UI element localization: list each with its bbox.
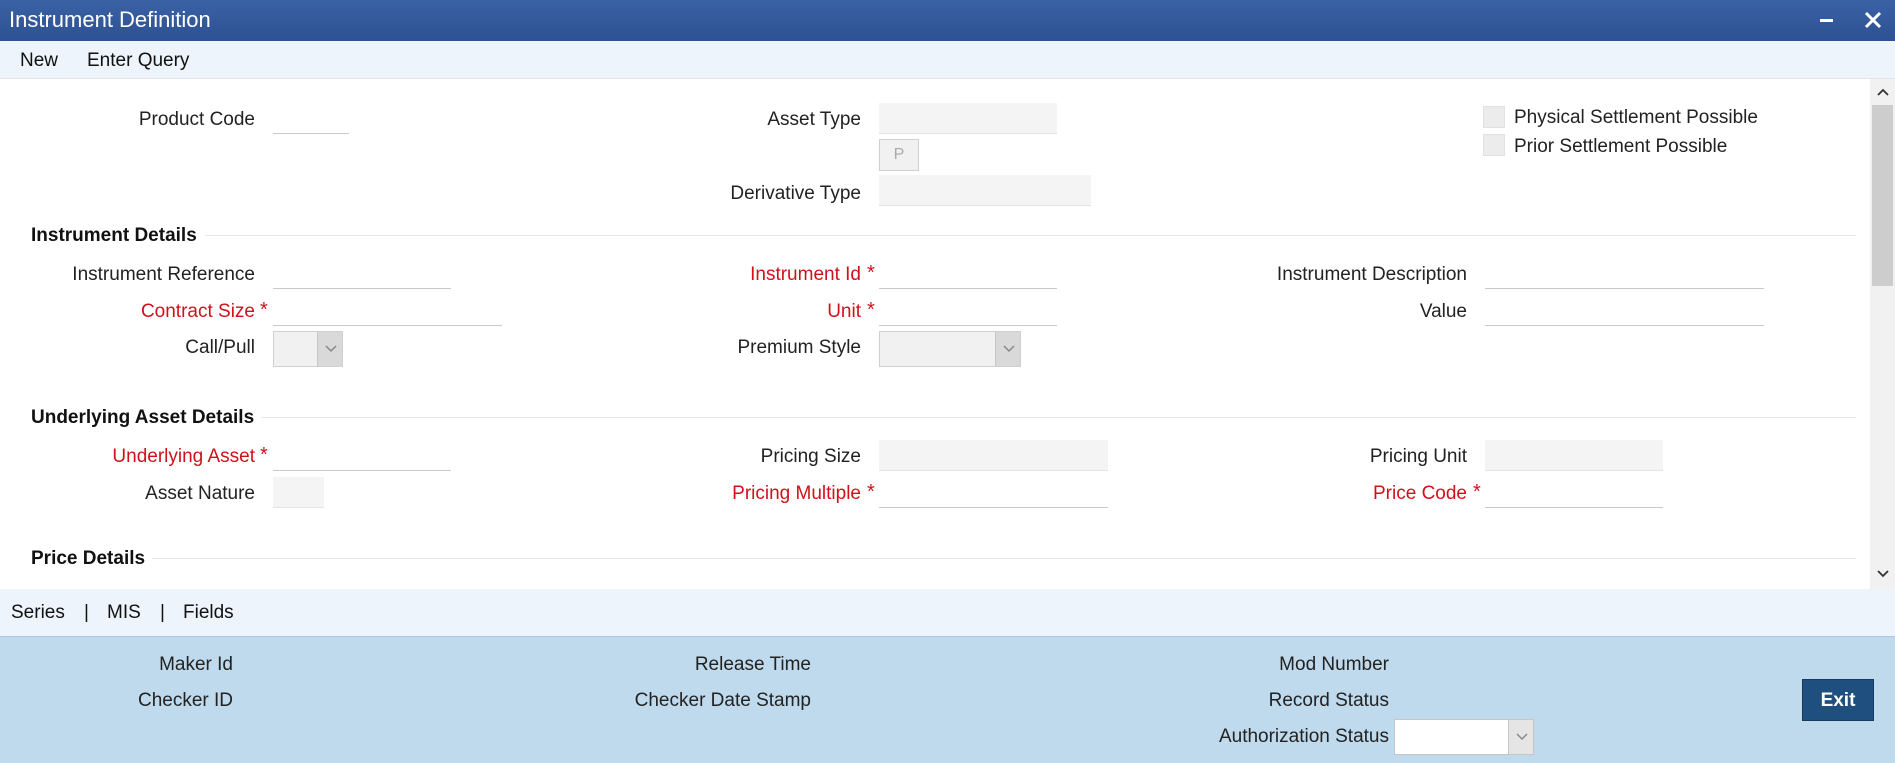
mod-number-label: Mod Number bbox=[1279, 654, 1389, 675]
pricing-size-label: Pricing Size bbox=[760, 446, 861, 467]
checker-date-stamp-label: Checker Date Stamp bbox=[634, 690, 811, 711]
call-pull-label: Call/Pull bbox=[185, 337, 255, 358]
underlying-asset-details-heading: Underlying Asset Details bbox=[31, 407, 255, 428]
tab-separator: | bbox=[84, 602, 89, 623]
authorization-status-label: Authorization Status bbox=[1218, 726, 1389, 747]
chevron-down-icon bbox=[1508, 720, 1533, 754]
asset-type-label: Asset Type bbox=[767, 109, 861, 130]
instrument-details-heading: Instrument Details bbox=[31, 225, 197, 246]
premium-style-label: Premium Style bbox=[737, 337, 861, 358]
required-marker: * bbox=[867, 262, 875, 284]
required-marker: * bbox=[867, 481, 875, 503]
instrument-reference-label: Instrument Reference bbox=[72, 264, 255, 285]
asset-type-lookup-button[interactable]: P bbox=[879, 139, 919, 171]
scroll-down-icon[interactable] bbox=[1870, 563, 1895, 587]
instrument-reference-input[interactable] bbox=[273, 258, 451, 289]
title-bar: Instrument Definition bbox=[0, 0, 1895, 41]
section-divider bbox=[152, 558, 1856, 559]
pricing-unit-input bbox=[1485, 440, 1663, 471]
derivative-type-input bbox=[879, 175, 1091, 206]
product-code-input[interactable] bbox=[273, 103, 349, 134]
unit-input[interactable] bbox=[879, 295, 1057, 326]
value-label: Value bbox=[1419, 301, 1467, 322]
call-pull-select[interactable] bbox=[273, 331, 343, 367]
asset-nature-label: Asset Nature bbox=[145, 483, 255, 504]
underlying-asset-input[interactable] bbox=[273, 440, 451, 471]
section-divider bbox=[205, 235, 1856, 236]
audit-footer: Maker Id Checker ID Release Time Checker… bbox=[0, 636, 1895, 763]
minimize-icon[interactable] bbox=[1813, 6, 1841, 34]
required-marker: * bbox=[1473, 481, 1481, 503]
tab-bar: Series | MIS | Fields bbox=[0, 589, 1895, 636]
contract-size-label: Contract Size bbox=[140, 301, 255, 322]
contract-size-input[interactable] bbox=[273, 295, 502, 326]
section-divider bbox=[262, 417, 1856, 418]
chevron-down-icon bbox=[317, 332, 342, 366]
derivative-type-label: Derivative Type bbox=[730, 183, 861, 204]
window-title: Instrument Definition bbox=[9, 7, 211, 32]
instrument-id-label: Instrument Id bbox=[750, 264, 861, 285]
tab-separator: | bbox=[160, 602, 165, 623]
record-status-label: Record Status bbox=[1268, 690, 1389, 711]
premium-style-select[interactable] bbox=[879, 331, 1021, 367]
chevron-down-icon bbox=[995, 332, 1020, 366]
asset-type-input bbox=[879, 103, 1057, 134]
tab-fields[interactable]: Fields bbox=[183, 602, 234, 624]
prior-settlement-label: Prior Settlement Possible bbox=[1514, 136, 1728, 157]
pricing-unit-label: Pricing Unit bbox=[1369, 446, 1467, 467]
instrument-description-input[interactable] bbox=[1485, 258, 1764, 289]
required-marker: * bbox=[260, 299, 268, 321]
release-time-label: Release Time bbox=[694, 654, 811, 675]
pricing-size-input bbox=[879, 440, 1108, 471]
exit-button[interactable]: Exit bbox=[1802, 679, 1874, 721]
menu-bar: New Enter Query bbox=[0, 41, 1895, 79]
instrument-description-label: Instrument Description bbox=[1276, 264, 1467, 285]
vertical-scrollbar[interactable] bbox=[1870, 79, 1895, 589]
instrument-id-input[interactable] bbox=[879, 258, 1057, 289]
scrollbar-thumb[interactable] bbox=[1872, 105, 1893, 286]
pricing-multiple-label: Pricing Multiple bbox=[732, 483, 861, 504]
prior-settlement-checkbox[interactable] bbox=[1483, 134, 1505, 156]
close-icon[interactable] bbox=[1859, 6, 1887, 34]
form-content: Product Code Asset Type P Derivative Typ… bbox=[0, 79, 1870, 589]
new-menu-item[interactable]: New bbox=[20, 50, 58, 72]
enter-query-menu-item[interactable]: Enter Query bbox=[87, 50, 189, 72]
checker-id-label: Checker ID bbox=[137, 690, 233, 711]
unit-label: Unit bbox=[827, 301, 861, 322]
authorization-status-select[interactable] bbox=[1394, 719, 1534, 755]
product-code-label: Product Code bbox=[138, 109, 255, 130]
tab-mis[interactable]: MIS bbox=[107, 602, 141, 624]
price-code-label: Price Code bbox=[1373, 483, 1467, 504]
physical-settlement-checkbox[interactable] bbox=[1483, 106, 1505, 128]
asset-nature-input bbox=[273, 477, 324, 508]
underlying-asset-label: Underlying Asset bbox=[112, 446, 255, 467]
maker-id-label: Maker Id bbox=[159, 654, 233, 675]
scroll-up-icon[interactable] bbox=[1870, 81, 1895, 105]
tab-series[interactable]: Series bbox=[11, 602, 65, 624]
value-input[interactable] bbox=[1485, 295, 1764, 326]
required-marker: * bbox=[260, 444, 268, 466]
physical-settlement-label: Physical Settlement Possible bbox=[1514, 107, 1758, 128]
price-code-input[interactable] bbox=[1485, 477, 1663, 508]
price-details-heading: Price Details bbox=[31, 548, 146, 569]
pricing-multiple-input[interactable] bbox=[879, 477, 1108, 508]
required-marker: * bbox=[867, 299, 875, 321]
